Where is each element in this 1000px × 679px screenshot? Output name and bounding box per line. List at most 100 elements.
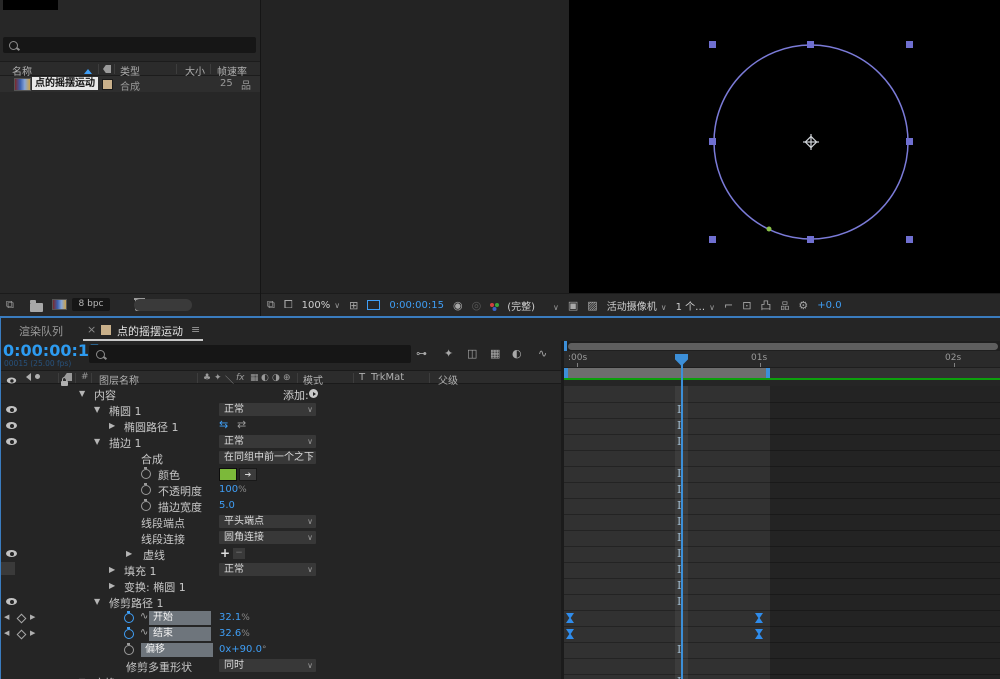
property-label[interactable]: 线段连接: [141, 531, 185, 547]
viewer-timecode[interactable]: 0:00:00:15: [389, 300, 444, 311]
label-color-column-icon[interactable]: [103, 65, 111, 73]
value-dropdown[interactable]: 平头端点∨: [219, 515, 316, 528]
visibility-eye-toggle[interactable]: [6, 550, 17, 557]
add-label[interactable]: 添加:: [283, 387, 309, 403]
sort-ascending-icon[interactable]: [84, 65, 92, 74]
twirl-down-icon[interactable]: ▼: [94, 437, 100, 446]
twirl-down-icon[interactable]: ▼: [79, 389, 85, 398]
twirl-down-icon[interactable]: ▼: [94, 597, 100, 606]
property-row[interactable]: ◀▶∿结束32.6%: [1, 626, 561, 642]
exposure-gear-icon[interactable]: ⚙: [798, 299, 808, 312]
property-row[interactable]: 线段连接 圆角连接∨: [1, 530, 561, 546]
channels-icon[interactable]: [490, 303, 494, 307]
target-region-icon[interactable]: ▣: [568, 299, 578, 312]
property-row[interactable]: 偏移0x+90.0°: [1, 642, 561, 658]
prev-keyframe-icon[interactable]: ◀: [4, 629, 9, 637]
graph-include-icon[interactable]: ∿: [140, 611, 148, 622]
snapshot-icon[interactable]: ◉: [453, 299, 463, 312]
property-label-selected[interactable]: 结束: [149, 627, 211, 641]
twirl-right-icon[interactable]: ▶: [109, 565, 115, 574]
property-row[interactable]: 不透明度100%: [1, 482, 561, 498]
property-label[interactable]: 颜色: [158, 467, 180, 483]
property-row[interactable]: ▼内容添加:: [1, 386, 561, 402]
property-value[interactable]: 32.1%: [219, 612, 250, 623]
property-label[interactable]: 虚线: [143, 547, 165, 563]
footer-slider[interactable]: [134, 299, 192, 311]
property-label[interactable]: 修剪路径 1: [109, 595, 164, 611]
add-property-icon[interactable]: [309, 389, 318, 398]
pick-whip-button[interactable]: ➔: [239, 468, 257, 481]
add-keyframe-icon[interactable]: [17, 613, 27, 623]
property-row[interactable]: ◀ ▶ ∿开始 32.1%: [1, 610, 561, 626]
track-row[interactable]: I: [564, 434, 1000, 451]
value-dropdown[interactable]: 正常∨: [219, 563, 316, 576]
property-label[interactable]: 修剪多重形状: [126, 659, 192, 675]
track-row[interactable]: I: [564, 578, 1000, 595]
track-row[interactable]: [564, 610, 1000, 627]
transparency-grid-icon[interactable]: ▨: [587, 299, 597, 312]
primary-viewer-icon[interactable]: ⧠: [284, 298, 293, 312]
property-row[interactable]: ▶填充 1正常∨: [1, 562, 561, 578]
keyframe-icon[interactable]: [566, 613, 574, 623]
track-row[interactable]: I: [564, 482, 1000, 499]
next-keyframe-icon[interactable]: ▶: [30, 613, 35, 621]
property-label[interactable]: 椭圆路径 1: [124, 419, 179, 435]
visibility-eye-toggle[interactable]: [6, 406, 17, 413]
property-row[interactable]: ▼描边 1正常∨: [1, 434, 561, 450]
property-value[interactable]: 5.0: [219, 500, 235, 511]
visibility-toggle-empty[interactable]: [1, 562, 15, 575]
property-label[interactable]: 描边 1: [109, 435, 142, 451]
stopwatch-icon[interactable]: [141, 501, 151, 511]
stopwatch-icon[interactable]: [141, 485, 151, 495]
anchor-point-icon[interactable]: [803, 134, 819, 150]
property-row[interactable]: ▼变换重置: [1, 674, 561, 679]
track-row[interactable]: I: [564, 418, 1000, 435]
visibility-eye-toggle[interactable]: [6, 422, 17, 429]
twirl-down-icon[interactable]: ▼: [94, 405, 100, 414]
property-row[interactable]: 线段端点 平头端点∨: [1, 514, 561, 530]
magnification-select[interactable]: 100%∨: [302, 300, 340, 311]
keyframe-icon[interactable]: [566, 629, 574, 639]
track-row[interactable]: [564, 386, 1000, 403]
track-row[interactable]: I: [564, 674, 1000, 679]
playhead-line[interactable]: [681, 354, 683, 679]
property-row[interactable]: ▼椭圆 1正常∨: [1, 402, 561, 418]
track-row[interactable]: [564, 626, 1000, 643]
property-label[interactable]: 椭圆 1: [109, 403, 142, 419]
prev-keyframe-icon[interactable]: ◀: [4, 613, 9, 621]
property-label[interactable]: 变换: 椭圆 1: [124, 579, 186, 595]
value-dropdown[interactable]: 圆角连接∨: [219, 531, 316, 544]
property-label[interactable]: 描边宽度: [158, 499, 202, 515]
track-row[interactable]: I: [564, 466, 1000, 483]
property-label[interactable]: 合成: [141, 451, 163, 467]
property-label[interactable]: 不透明度: [158, 483, 202, 499]
visibility-eye-toggle[interactable]: [6, 438, 17, 445]
track-row[interactable]: [564, 450, 1000, 467]
time-ruler[interactable]: :00s01s02s: [564, 351, 1000, 368]
resolution-select[interactable]: (完整)∨: [507, 298, 559, 313]
property-label-selected[interactable]: 开始: [149, 611, 211, 625]
property-row[interactable]: 修剪多重形状 同时∨: [1, 658, 561, 674]
label-color-swatch[interactable]: [102, 79, 113, 90]
color-swatch[interactable]: [219, 468, 237, 481]
show-snapshot-icon[interactable]: ◎: [472, 299, 482, 312]
work-area-end-handle[interactable]: [766, 368, 770, 378]
interpret-footage-icon[interactable]: ⧉: [6, 298, 14, 312]
path-operation-icon[interactable]: ⇄: [237, 418, 246, 431]
add-keyframe-icon[interactable]: [17, 629, 27, 639]
track-row[interactable]: I: [564, 498, 1000, 515]
view-select[interactable]: 活动摄像机∨: [607, 298, 667, 313]
new-folder-icon[interactable]: [30, 303, 43, 312]
property-row[interactable]: 合成在同组中前一个之下∨: [1, 450, 561, 466]
property-row[interactable]: ▶椭圆路径 1⇆⇄: [1, 418, 561, 434]
value-dropdown[interactable]: 同时∨: [219, 659, 316, 672]
track-row[interactable]: I: [564, 562, 1000, 579]
grid-guides-icon[interactable]: ⊞: [349, 299, 358, 312]
track-area[interactable]: IIIIIIIIIIIIII: [564, 386, 1000, 679]
region-of-interest-icon[interactable]: [367, 300, 380, 310]
path-direction-icon[interactable]: ⇆: [219, 418, 228, 431]
stopwatch-icon[interactable]: [124, 629, 134, 639]
visibility-eye-toggle[interactable]: [6, 598, 17, 605]
property-label[interactable]: 线段端点: [141, 515, 185, 531]
next-keyframe-icon[interactable]: ▶: [30, 629, 35, 637]
